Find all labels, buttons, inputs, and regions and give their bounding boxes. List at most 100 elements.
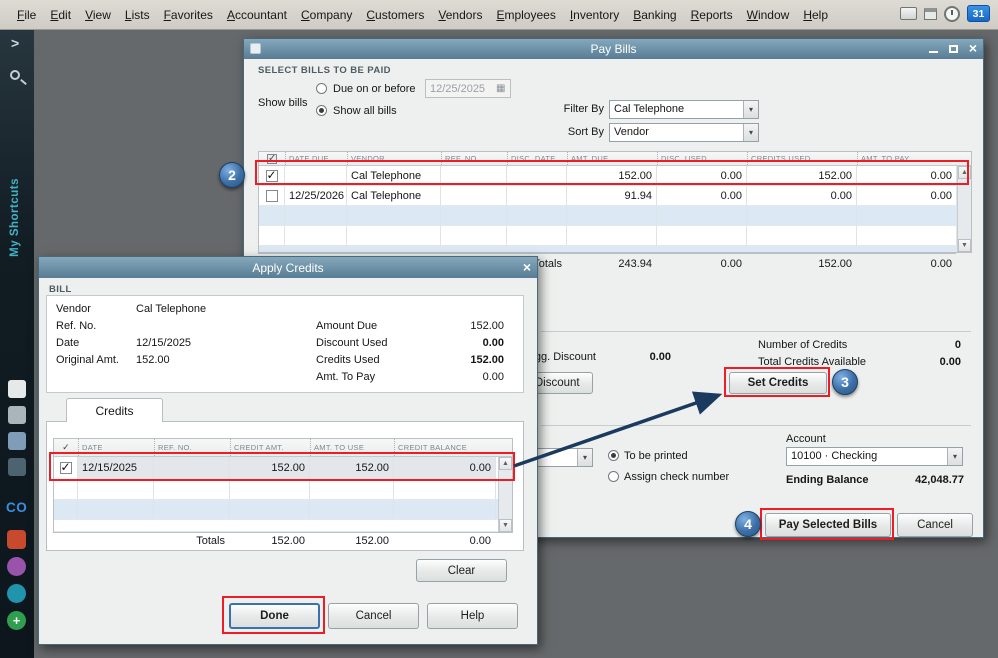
filter-by-dropdown[interactable]: Cal Telephone	[609, 100, 759, 119]
menu-lists[interactable]: Lists	[118, 5, 157, 25]
cell-vendor: Cal Telephone	[347, 166, 441, 185]
feedback-app-icon[interactable]	[7, 584, 26, 603]
menu-file[interactable]: File	[10, 5, 43, 25]
menu-vendors[interactable]: Vendors	[431, 5, 489, 25]
menu-view[interactable]: View	[78, 5, 118, 25]
due-on-or-before-radio[interactable]	[316, 83, 327, 94]
pay-bills-titlebar[interactable]: Pay Bills	[244, 39, 983, 59]
expand-sidebar-icon[interactable]: >	[11, 35, 19, 51]
total-disc-used: 0.00	[720, 257, 742, 270]
menu-company[interactable]: Company	[294, 5, 359, 25]
menu-reports[interactable]: Reports	[684, 5, 740, 25]
scroll-up-icon[interactable]	[958, 166, 971, 179]
col-amt-due[interactable]: AMT. DUE	[567, 152, 657, 165]
run-favorite-reports-icon[interactable]	[8, 406, 26, 424]
credits-table-scrollbar[interactable]	[498, 457, 512, 532]
menu-edit[interactable]: Edit	[43, 5, 78, 25]
cell-amt-to-use[interactable]: 152.00	[310, 457, 394, 479]
menu-inventory[interactable]: Inventory	[563, 5, 626, 25]
menu-banking[interactable]: Banking	[626, 5, 683, 25]
col-disc-used[interactable]: DISC. USED	[657, 152, 747, 165]
scroll-down-icon[interactable]	[499, 519, 512, 532]
show-all-bills-label[interactable]: Show all bills	[333, 105, 397, 117]
credit-row-selected[interactable]: 12/15/2025 152.00 152.00 0.00	[54, 457, 512, 480]
menu-window[interactable]: Window	[740, 5, 797, 25]
chevron-down-icon[interactable]	[947, 448, 962, 465]
original-amt-label: Original Amt.	[56, 354, 119, 366]
bills-table-scrollbar[interactable]	[957, 166, 971, 252]
menu-favorites[interactable]: Favorites	[157, 5, 220, 25]
col-date-due[interactable]: DATE DUE	[285, 152, 347, 165]
bill-row-selected[interactable]: Cal Telephone 152.00 0.00 152.00 0.00	[259, 166, 971, 186]
reminders-app-icon[interactable]	[7, 530, 26, 549]
credits-used-value: 152.00	[470, 354, 504, 366]
col-ref-no[interactable]: REF. NO.	[154, 439, 230, 456]
maximize-icon[interactable]	[948, 45, 958, 53]
col-amt-to-use[interactable]: AMT. TO USE	[310, 439, 394, 456]
search-icon[interactable]	[10, 70, 20, 80]
to-be-printed-radio[interactable]	[608, 450, 619, 461]
cell-disc-date	[507, 166, 567, 185]
do-today-icon[interactable]	[8, 458, 26, 476]
screen-share-icon[interactable]	[900, 7, 917, 20]
col-credit-balance[interactable]: CREDIT BALANCE	[394, 439, 496, 456]
to-be-printed-label[interactable]: To be printed	[624, 450, 688, 462]
minimize-icon[interactable]	[928, 51, 938, 53]
cancel-button[interactable]: Cancel	[897, 513, 973, 537]
window-layout-icon[interactable]	[924, 7, 937, 20]
scroll-down-icon[interactable]	[958, 239, 971, 252]
window-controls	[928, 39, 977, 59]
cancel-button[interactable]: Cancel	[328, 603, 419, 629]
credits-totals-row: Totals 152.00 152.00 0.00	[53, 532, 495, 549]
bill-row-checkbox[interactable]	[265, 168, 278, 182]
menu-help[interactable]: Help	[796, 5, 835, 25]
col-date[interactable]: DATE	[78, 439, 154, 456]
menu-employees[interactable]: Employees	[489, 5, 562, 25]
open-windows-icon[interactable]	[8, 432, 26, 450]
empty-cell	[230, 500, 310, 519]
col-credit-amt[interactable]: CREDIT AMT.	[230, 439, 310, 456]
apply-credits-titlebar[interactable]: Apply Credits	[39, 257, 537, 278]
clear-button[interactable]: Clear	[416, 559, 507, 582]
cell-credits-used: 152.00	[747, 166, 857, 185]
pay-selected-bills-button[interactable]: Pay Selected Bills	[765, 513, 891, 537]
col-vendor[interactable]: VENDOR	[347, 152, 441, 165]
col-disc-date[interactable]: DISC. DATE	[507, 152, 567, 165]
sort-by-dropdown[interactable]: Vendor	[609, 123, 759, 142]
show-all-bills-radio[interactable]	[316, 105, 327, 116]
menu-accountant[interactable]: Accountant	[220, 5, 294, 25]
assign-check-number-radio[interactable]	[608, 471, 619, 482]
assign-check-number-label[interactable]: Assign check number	[624, 471, 729, 483]
credit-row-checkbox[interactable]	[59, 460, 72, 474]
set-credits-button[interactable]: Set Credits	[729, 372, 827, 394]
close-icon[interactable]	[523, 261, 531, 275]
co-label[interactable]: CO	[6, 500, 27, 515]
due-on-or-before-label[interactable]: Due on or before	[333, 83, 416, 95]
due-date-field[interactable]: 12/25/2025	[425, 79, 511, 98]
reminders-clock-icon[interactable]	[944, 5, 960, 22]
chevron-down-icon[interactable]	[743, 124, 758, 141]
done-button[interactable]: Done	[229, 603, 320, 629]
select-all-checkbox[interactable]	[259, 152, 285, 165]
chevron-down-icon[interactable]	[743, 101, 758, 118]
view-balances-icon[interactable]	[8, 380, 26, 398]
bill-row-checkbox[interactable]	[265, 189, 278, 202]
cell-date: 12/15/2025	[78, 457, 154, 479]
col-ref-no[interactable]: REF. NO.	[441, 152, 507, 165]
user-apps-icon[interactable]	[7, 557, 26, 576]
chevron-down-icon[interactable]	[577, 449, 592, 466]
col-credits-used[interactable]: CREDITS USED	[747, 152, 857, 165]
add-app-icon[interactable]: +	[7, 611, 26, 630]
menu-customers[interactable]: Customers	[359, 5, 431, 25]
credits-tab[interactable]: Credits	[66, 398, 163, 422]
account-dropdown[interactable]: 10100 · Checking	[786, 447, 963, 466]
reminders-count-badge[interactable]: 31	[967, 5, 990, 22]
close-icon[interactable]	[969, 42, 977, 56]
my-shortcuts-label[interactable]: My Shortcuts	[9, 178, 21, 257]
bill-row[interactable]: 12/25/2026 Cal Telephone 91.94 0.00 0.00…	[259, 186, 971, 206]
calendar-icon[interactable]	[496, 83, 510, 94]
empty-cell	[507, 226, 567, 245]
scroll-up-icon[interactable]	[499, 457, 512, 470]
help-button[interactable]: Help	[427, 603, 518, 629]
col-amt-to-pay[interactable]: AMT. TO PAY	[857, 152, 957, 165]
